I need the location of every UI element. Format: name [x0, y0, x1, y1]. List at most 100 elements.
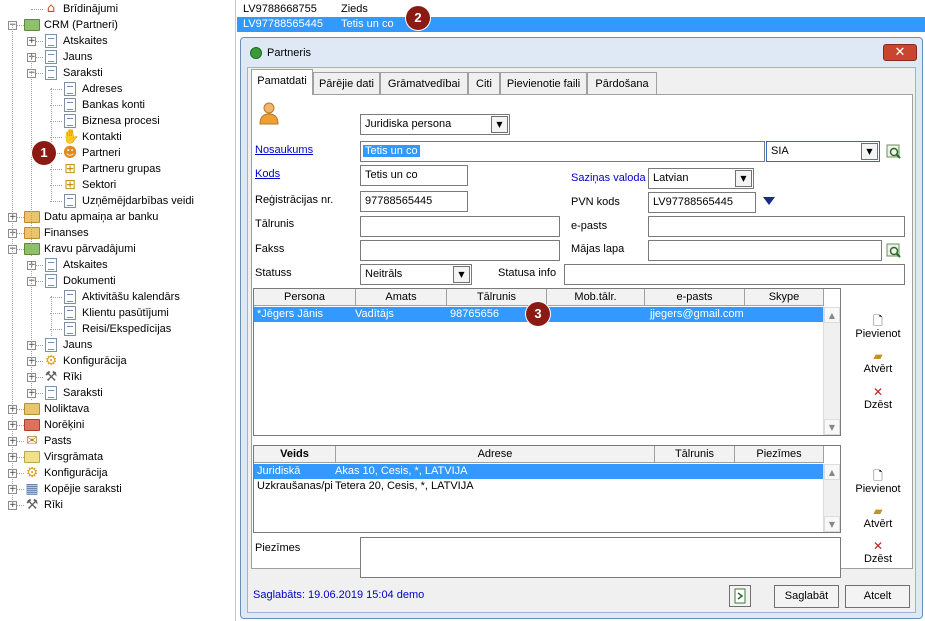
- scroll-down-icon[interactable]: ▼: [824, 516, 840, 532]
- sidebar-item-label[interactable]: Virsgrāmata: [44, 449, 103, 465]
- sidebar-item-label[interactable]: Datu apmaiņa ar banku: [44, 209, 158, 225]
- open-website-icon[interactable]: [886, 243, 902, 259]
- partner-list-row[interactable]: LV9788668755 Zieds: [237, 2, 925, 17]
- status-select[interactable]: Neitrāls ▼: [360, 264, 472, 285]
- email-input[interactable]: [648, 216, 905, 237]
- sidebar-item-label[interactable]: Konfigurācija: [44, 465, 108, 481]
- sidebar-item-label[interactable]: Saraksti: [63, 385, 103, 401]
- chevron-down-icon[interactable]: ▼: [735, 170, 752, 187]
- sidebar-item-label[interactable]: Atskaites: [63, 257, 108, 273]
- tab-pievienotie-faili[interactable]: Pievienotie faili: [500, 72, 587, 94]
- contacts-header-amats[interactable]: Amats: [356, 289, 447, 306]
- addresses-scrollbar[interactable]: ▲ ▼: [823, 464, 840, 532]
- tab-gramatvedibai[interactable]: Grāmatvedībai: [380, 72, 468, 94]
- tab-pamatdati[interactable]: Pamatdati: [251, 69, 313, 95]
- window-titlebar[interactable]: Partneris ✕: [241, 38, 922, 68]
- registration-number-input[interactable]: 97788565445: [360, 191, 468, 212]
- sidebar-item-label[interactable]: Biznesa procesi: [82, 113, 160, 129]
- website-input[interactable]: [648, 240, 882, 261]
- sidebar-item-label[interactable]: Kravu pārvadājumi: [44, 241, 136, 257]
- scroll-up-icon[interactable]: ▲: [824, 464, 840, 480]
- sidebar-item-label[interactable]: Partneri: [82, 145, 121, 161]
- contacts-header-persona[interactable]: Persona: [254, 289, 356, 306]
- sidebar-item-label[interactable]: Jauns: [63, 49, 92, 65]
- sidebar-item-label[interactable]: CRM (Partneri): [44, 17, 118, 33]
- contacts-delete-button[interactable]: ✕ Dzēst: [848, 385, 908, 411]
- status-info-input[interactable]: [564, 264, 905, 285]
- notes-textarea[interactable]: [360, 537, 841, 578]
- document-icon: [64, 290, 76, 304]
- sidebar-item-label[interactable]: Finanses: [44, 225, 89, 241]
- contacts-header-email[interactable]: e-pasts: [645, 289, 745, 306]
- sidebar-item-label[interactable]: Partneru grupas: [82, 161, 161, 177]
- phone-input[interactable]: [360, 216, 560, 237]
- export-button[interactable]: [729, 585, 751, 607]
- chevron-down-icon[interactable]: ▼: [453, 266, 470, 283]
- partner-list-row-selected[interactable]: LV97788565445 Tetis un co: [237, 17, 925, 32]
- sidebar-item-label[interactable]: Reisi/Ekspedīcijas: [82, 321, 171, 337]
- sidebar-item-label[interactable]: Rīki: [44, 497, 63, 513]
- tab-parejie-dati[interactable]: Pārējie dati: [313, 72, 380, 94]
- chevron-down-icon[interactable]: ▼: [491, 116, 508, 133]
- table-row[interactable]: Juridiskā Akas 10, Cesis, *, LATVIJA: [254, 464, 824, 479]
- sidebar-item-label[interactable]: Noliktava: [44, 401, 89, 417]
- status-value: Neitrāls: [365, 268, 403, 280]
- email-label: e-pasts: [571, 220, 608, 232]
- annotation-badge-3: 3: [526, 302, 550, 326]
- sidebar-item-label[interactable]: Kopējie saraksti: [44, 481, 122, 497]
- tab-pardosana[interactable]: Pārdošana: [587, 72, 657, 94]
- name-label[interactable]: Nosaukums: [255, 144, 313, 156]
- sidebar-item-label[interactable]: Norēķini: [44, 417, 84, 433]
- contacts-add-button[interactable]: 🗋 Pievienot: [848, 314, 908, 340]
- sidebar-item-label[interactable]: Adreses: [82, 81, 122, 97]
- scroll-up-icon[interactable]: ▲: [824, 307, 840, 323]
- save-button[interactable]: Saglabāt: [774, 585, 839, 608]
- table-row[interactable]: Uzkraušanas/pi Tetera 20, Cesis, *, LATV…: [254, 479, 824, 494]
- fax-input[interactable]: [360, 240, 560, 261]
- sidebar-item-label[interactable]: Bankas konti: [82, 97, 145, 113]
- communication-language-select[interactable]: Latvian ▼: [648, 168, 754, 189]
- sidebar-item-label[interactable]: Uzņēmējdarbības veidi: [82, 193, 194, 209]
- name-input[interactable]: Tetis un co: [360, 141, 765, 162]
- sidebar-item-label[interactable]: Atskaites: [63, 33, 108, 49]
- vat-code-input[interactable]: LV97788565445: [648, 192, 756, 213]
- contacts-scrollbar[interactable]: ▲ ▼: [823, 307, 840, 435]
- expand-icon[interactable]: +: [27, 37, 36, 46]
- sidebar-item-label[interactable]: Saraksti: [63, 65, 103, 81]
- addresses-header-veids[interactable]: Veids: [254, 446, 336, 463]
- addresses-delete-label: Dzēst: [863, 553, 893, 565]
- addresses-header-piezimes[interactable]: Piezīmes: [735, 446, 824, 463]
- addresses-open-button[interactable]: ▰ Atvērt: [848, 504, 908, 530]
- contacts-open-button[interactable]: ▰ Atvērt: [848, 349, 908, 375]
- addresses-header-adrese[interactable]: Adrese: [336, 446, 655, 463]
- addresses-header-talrunis[interactable]: Tālrunis: [655, 446, 735, 463]
- addresses-add-button[interactable]: 🗋 Pievienot: [848, 469, 908, 495]
- legal-form-select[interactable]: SIA ▼: [766, 141, 880, 162]
- new-document-icon: 🗋: [873, 469, 883, 483]
- sidebar-item-label[interactable]: Jauns: [63, 337, 92, 353]
- sidebar-item-label[interactable]: Kontakti: [82, 129, 122, 145]
- code-input[interactable]: Tetis un co: [360, 165, 468, 186]
- sidebar-item-label[interactable]: Konfigurācija: [63, 353, 127, 369]
- cancel-button[interactable]: Atcelt: [845, 585, 910, 608]
- tab-citi[interactable]: Citi: [468, 72, 500, 94]
- close-button[interactable]: ✕: [883, 44, 917, 61]
- arrow-down-icon[interactable]: [762, 195, 776, 207]
- sidebar-item-label[interactable]: Rīki: [63, 369, 82, 385]
- sidebar-item-label[interactable]: Sektori: [82, 177, 116, 193]
- sidebar-item-label[interactable]: Pasts: [44, 433, 72, 449]
- partner-name: Zieds: [341, 3, 368, 15]
- partner-type-select[interactable]: Juridiska persona ▼: [360, 114, 510, 135]
- sidebar-item-label[interactable]: Aktivitāšu kalendārs: [82, 289, 180, 305]
- scroll-down-icon[interactable]: ▼: [824, 419, 840, 435]
- chevron-down-icon[interactable]: ▼: [861, 143, 878, 160]
- sidebar-item-label[interactable]: Dokumenti: [63, 273, 116, 289]
- lookup-icon[interactable]: [886, 144, 902, 160]
- addresses-delete-button[interactable]: ✕ Dzēst: [848, 539, 908, 565]
- partner-icon: ☻: [62, 145, 78, 161]
- code-label[interactable]: Kods: [255, 168, 280, 180]
- sidebar-item-label[interactable]: Klientu pasūtījumi: [82, 305, 169, 321]
- contacts-header-skype[interactable]: Skype: [745, 289, 824, 306]
- contacts-header-mobile[interactable]: Mob.tālr.: [547, 289, 645, 306]
- sidebar-item-label[interactable]: Brīdinājumi: [63, 1, 118, 17]
